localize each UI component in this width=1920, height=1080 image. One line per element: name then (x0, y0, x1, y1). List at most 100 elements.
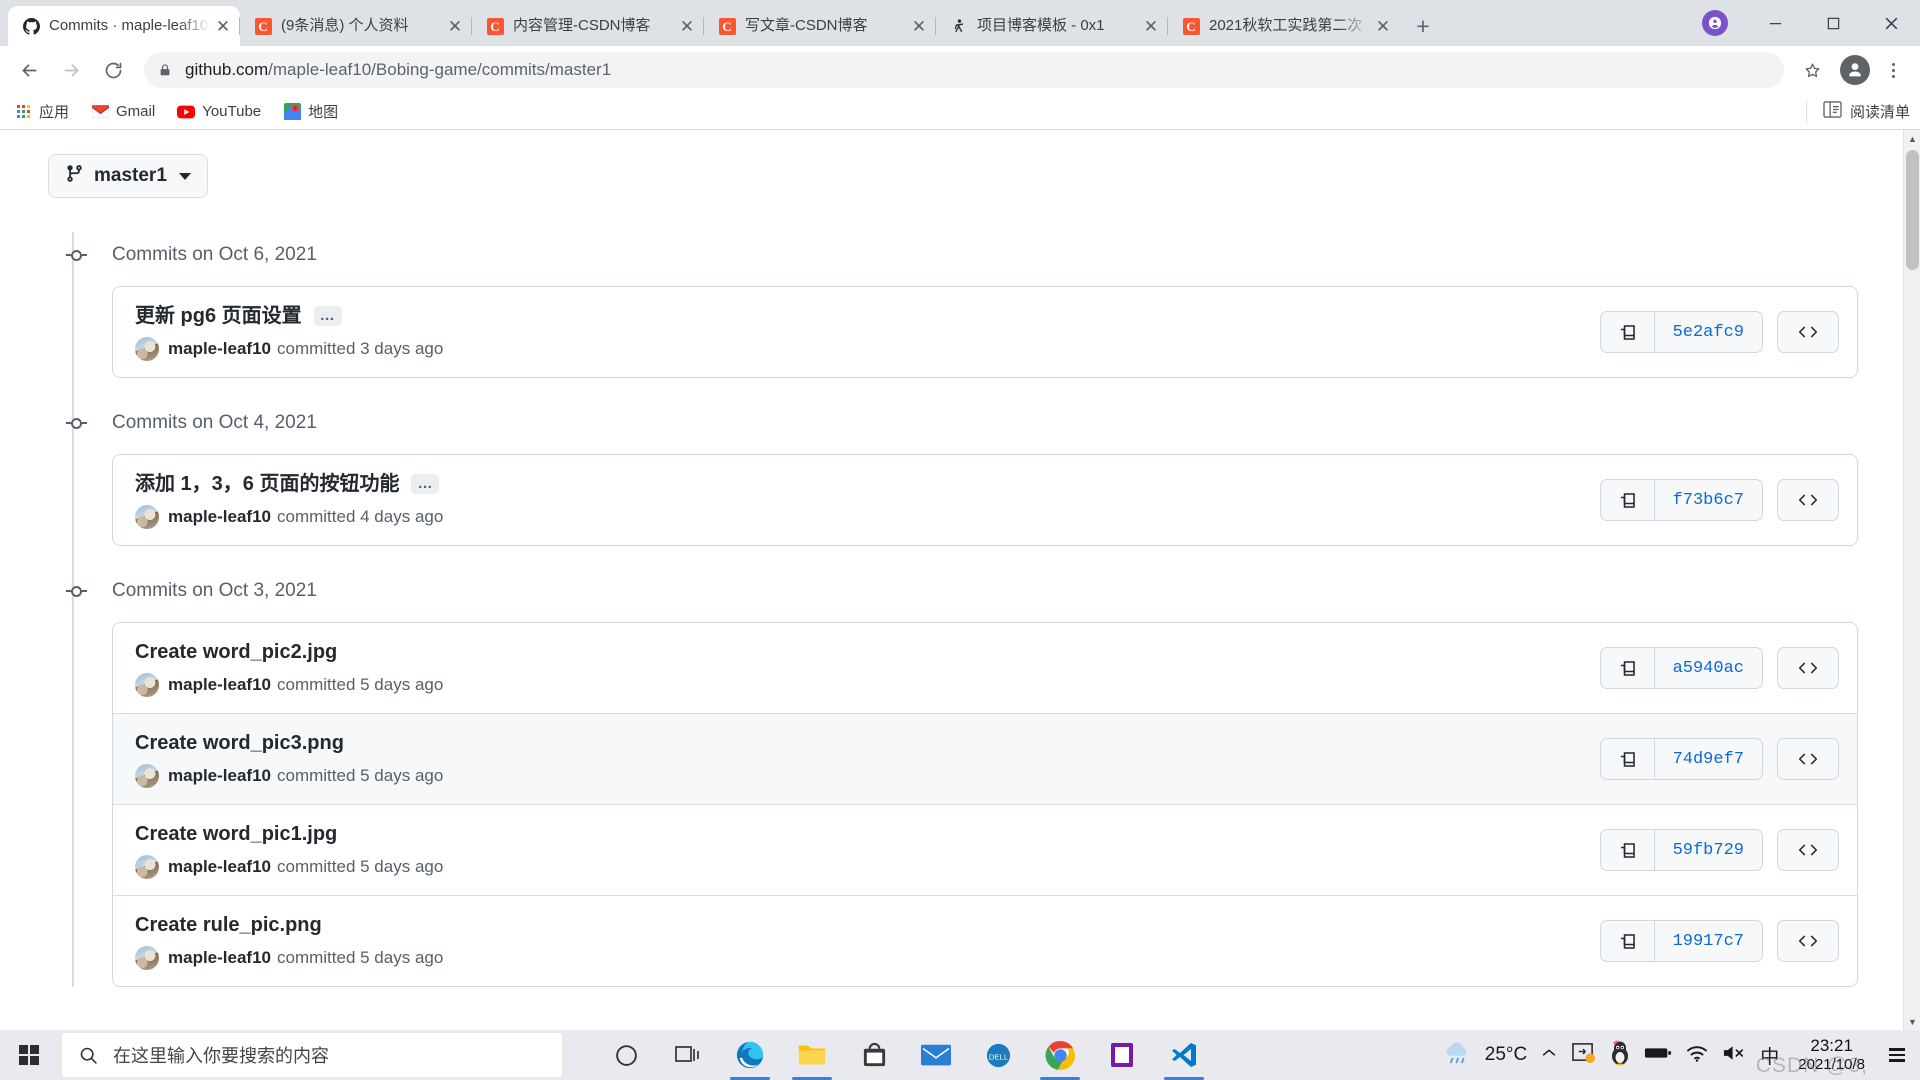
commit-hash[interactable]: 59fb729 (1655, 830, 1762, 870)
author-avatar[interactable] (135, 505, 159, 529)
microsoft-store-icon[interactable] (846, 1030, 902, 1080)
scroll-up-arrow-icon[interactable]: ▲ (1904, 130, 1920, 147)
copy-icon[interactable] (1601, 648, 1655, 688)
ime-indicator[interactable]: 中 (1760, 1042, 1779, 1069)
profile-badge-icon[interactable] (1702, 10, 1728, 36)
commit-author[interactable]: maple-leaf10 (168, 857, 271, 877)
volume-muted-icon[interactable] (1722, 1043, 1747, 1068)
code-brackets-icon[interactable] (1777, 311, 1839, 353)
avatar[interactable] (1840, 55, 1870, 85)
bookmark-maps[interactable]: 地图 (283, 101, 338, 122)
commit-hash[interactable]: 74d9ef7 (1655, 739, 1762, 779)
edge-icon[interactable] (722, 1030, 778, 1080)
bookmark-youtube[interactable]: YouTube (177, 103, 261, 121)
task-view-icon[interactable] (660, 1030, 716, 1080)
commit-hash[interactable]: 5e2afc9 (1655, 312, 1762, 352)
windows-start-icon[interactable] (0, 1030, 58, 1080)
code-brackets-icon[interactable] (1777, 829, 1839, 871)
chevron-up-icon[interactable] (1540, 1044, 1558, 1067)
copy-icon[interactable] (1601, 739, 1655, 779)
tab-close-icon[interactable]: ✕ (1138, 13, 1164, 39)
reading-list-button[interactable]: 阅读清单 (1805, 100, 1910, 123)
code-brackets-icon[interactable] (1777, 647, 1839, 689)
code-brackets-icon[interactable] (1777, 738, 1839, 780)
commit-hash[interactable]: 19917c7 (1655, 921, 1762, 961)
commit-expand-button[interactable]: … (411, 474, 440, 494)
onedrive-sync-icon[interactable] (1571, 1041, 1596, 1069)
qq-penguin-icon[interactable] (1609, 1040, 1631, 1071)
close-button[interactable] (1862, 0, 1920, 46)
dell-icon[interactable]: DELL (970, 1030, 1026, 1080)
commit-author[interactable]: maple-leaf10 (168, 766, 271, 786)
author-avatar[interactable] (135, 337, 159, 361)
browser-tab-2[interactable]: C 内容管理-CSDN博客 ✕ (471, 6, 704, 46)
copy-icon[interactable] (1601, 921, 1655, 961)
copy-icon[interactable] (1601, 480, 1655, 520)
battery-icon[interactable] (1644, 1045, 1672, 1066)
tab-close-icon[interactable]: ✕ (906, 13, 932, 39)
browser-tab-1[interactable]: C (9条消息) 个人资料 ✕ (239, 6, 472, 46)
onenote-icon[interactable] (1094, 1030, 1150, 1080)
back-button[interactable] (10, 51, 48, 89)
commit-hash[interactable]: a5940ac (1655, 648, 1762, 688)
browser-tab-5[interactable]: C 2021秋软工实践第二次 ✕ (1167, 6, 1400, 46)
page-scrollbar[interactable]: ▲ ▼ (1903, 130, 1920, 1030)
file-explorer-icon[interactable] (784, 1030, 840, 1080)
copy-icon[interactable] (1601, 830, 1655, 870)
author-avatar[interactable] (135, 764, 159, 788)
scrollbar-thumb[interactable] (1906, 150, 1919, 270)
wifi-icon[interactable] (1685, 1043, 1709, 1068)
tab-close-icon[interactable]: ✕ (210, 13, 236, 39)
commit-row[interactable]: Create word_pic2.jpg maple-leaf10 commit… (113, 623, 1857, 713)
code-brackets-icon[interactable] (1777, 479, 1839, 521)
tab-close-icon[interactable]: ✕ (442, 13, 468, 39)
commit-title[interactable]: Create word_pic2.jpg (135, 639, 337, 665)
new-tab-button[interactable]: + (1408, 11, 1438, 41)
rain-cloud-icon[interactable] (1442, 1040, 1472, 1071)
tab-close-icon[interactable]: ✕ (674, 13, 700, 39)
cortana-icon[interactable] (598, 1030, 654, 1080)
commit-author[interactable]: maple-leaf10 (168, 675, 271, 695)
minimize-button[interactable] (1746, 0, 1804, 46)
commit-title[interactable]: Create word_pic3.png (135, 730, 344, 756)
notification-center-icon[interactable] (1884, 1042, 1910, 1068)
code-brackets-icon[interactable] (1777, 920, 1839, 962)
forward-button[interactable] (52, 51, 90, 89)
commit-author[interactable]: maple-leaf10 (168, 948, 271, 968)
commit-author[interactable]: maple-leaf10 (168, 507, 271, 527)
commit-expand-button[interactable]: … (313, 306, 342, 326)
vscode-icon[interactable] (1156, 1030, 1212, 1080)
chrome-menu-button[interactable] (1876, 52, 1910, 88)
bookmark-gmail[interactable]: Gmail (91, 103, 155, 121)
commit-row[interactable]: 添加 1，3，6 页面的按钮功能 … maple-leaf10 committe… (113, 455, 1857, 545)
author-avatar[interactable] (135, 946, 159, 970)
commit-title[interactable]: Create rule_pic.png (135, 912, 322, 938)
maximize-button[interactable] (1804, 0, 1862, 46)
reload-button[interactable] (94, 51, 132, 89)
browser-tab-4[interactable]: 项目博客模板 - 0x1 ✕ (935, 6, 1168, 46)
address-bar[interactable]: github.com/maple-leaf10/Bobing-game/comm… (144, 52, 1784, 88)
commit-row[interactable]: Create word_pic1.jpg maple-leaf10 commit… (113, 804, 1857, 895)
tab-close-icon[interactable]: ✕ (1370, 13, 1396, 39)
author-avatar[interactable] (135, 673, 159, 697)
browser-tab-3[interactable]: C 写文章-CSDN博客 ✕ (703, 6, 936, 46)
search-input[interactable]: 在这里输入你要搜索的内容 (62, 1033, 562, 1077)
taskbar-clock[interactable]: 23:21 2021/10/8 (1798, 1036, 1865, 1074)
mail-icon[interactable] (908, 1030, 964, 1080)
author-avatar[interactable] (135, 855, 159, 879)
commit-row[interactable]: Create rule_pic.png maple-leaf10 committ… (113, 895, 1857, 986)
commit-title[interactable]: Create word_pic1.jpg (135, 821, 337, 847)
copy-icon[interactable] (1601, 312, 1655, 352)
commit-row[interactable]: Create word_pic3.png maple-leaf10 commit… (113, 713, 1857, 804)
scroll-down-arrow-icon[interactable]: ▼ (1904, 1013, 1920, 1030)
commit-hash[interactable]: f73b6c7 (1655, 480, 1762, 520)
commit-title[interactable]: 更新 pg6 页面设置 (135, 303, 302, 329)
bookmark-star-icon[interactable] (1794, 52, 1830, 88)
commit-title[interactable]: 添加 1，3，6 页面的按钮功能 (135, 471, 399, 497)
bookmark-apps[interactable]: 应用 (14, 101, 69, 122)
commit-author[interactable]: maple-leaf10 (168, 339, 271, 359)
branch-selector-button[interactable]: master1 (48, 154, 208, 198)
chrome-icon[interactable] (1032, 1030, 1088, 1080)
commit-row[interactable]: 更新 pg6 页面设置 … maple-leaf10 committed 3 d… (113, 287, 1857, 377)
browser-tab-0[interactable]: Commits · maple-leaf10/Bobin ✕ (8, 6, 240, 46)
